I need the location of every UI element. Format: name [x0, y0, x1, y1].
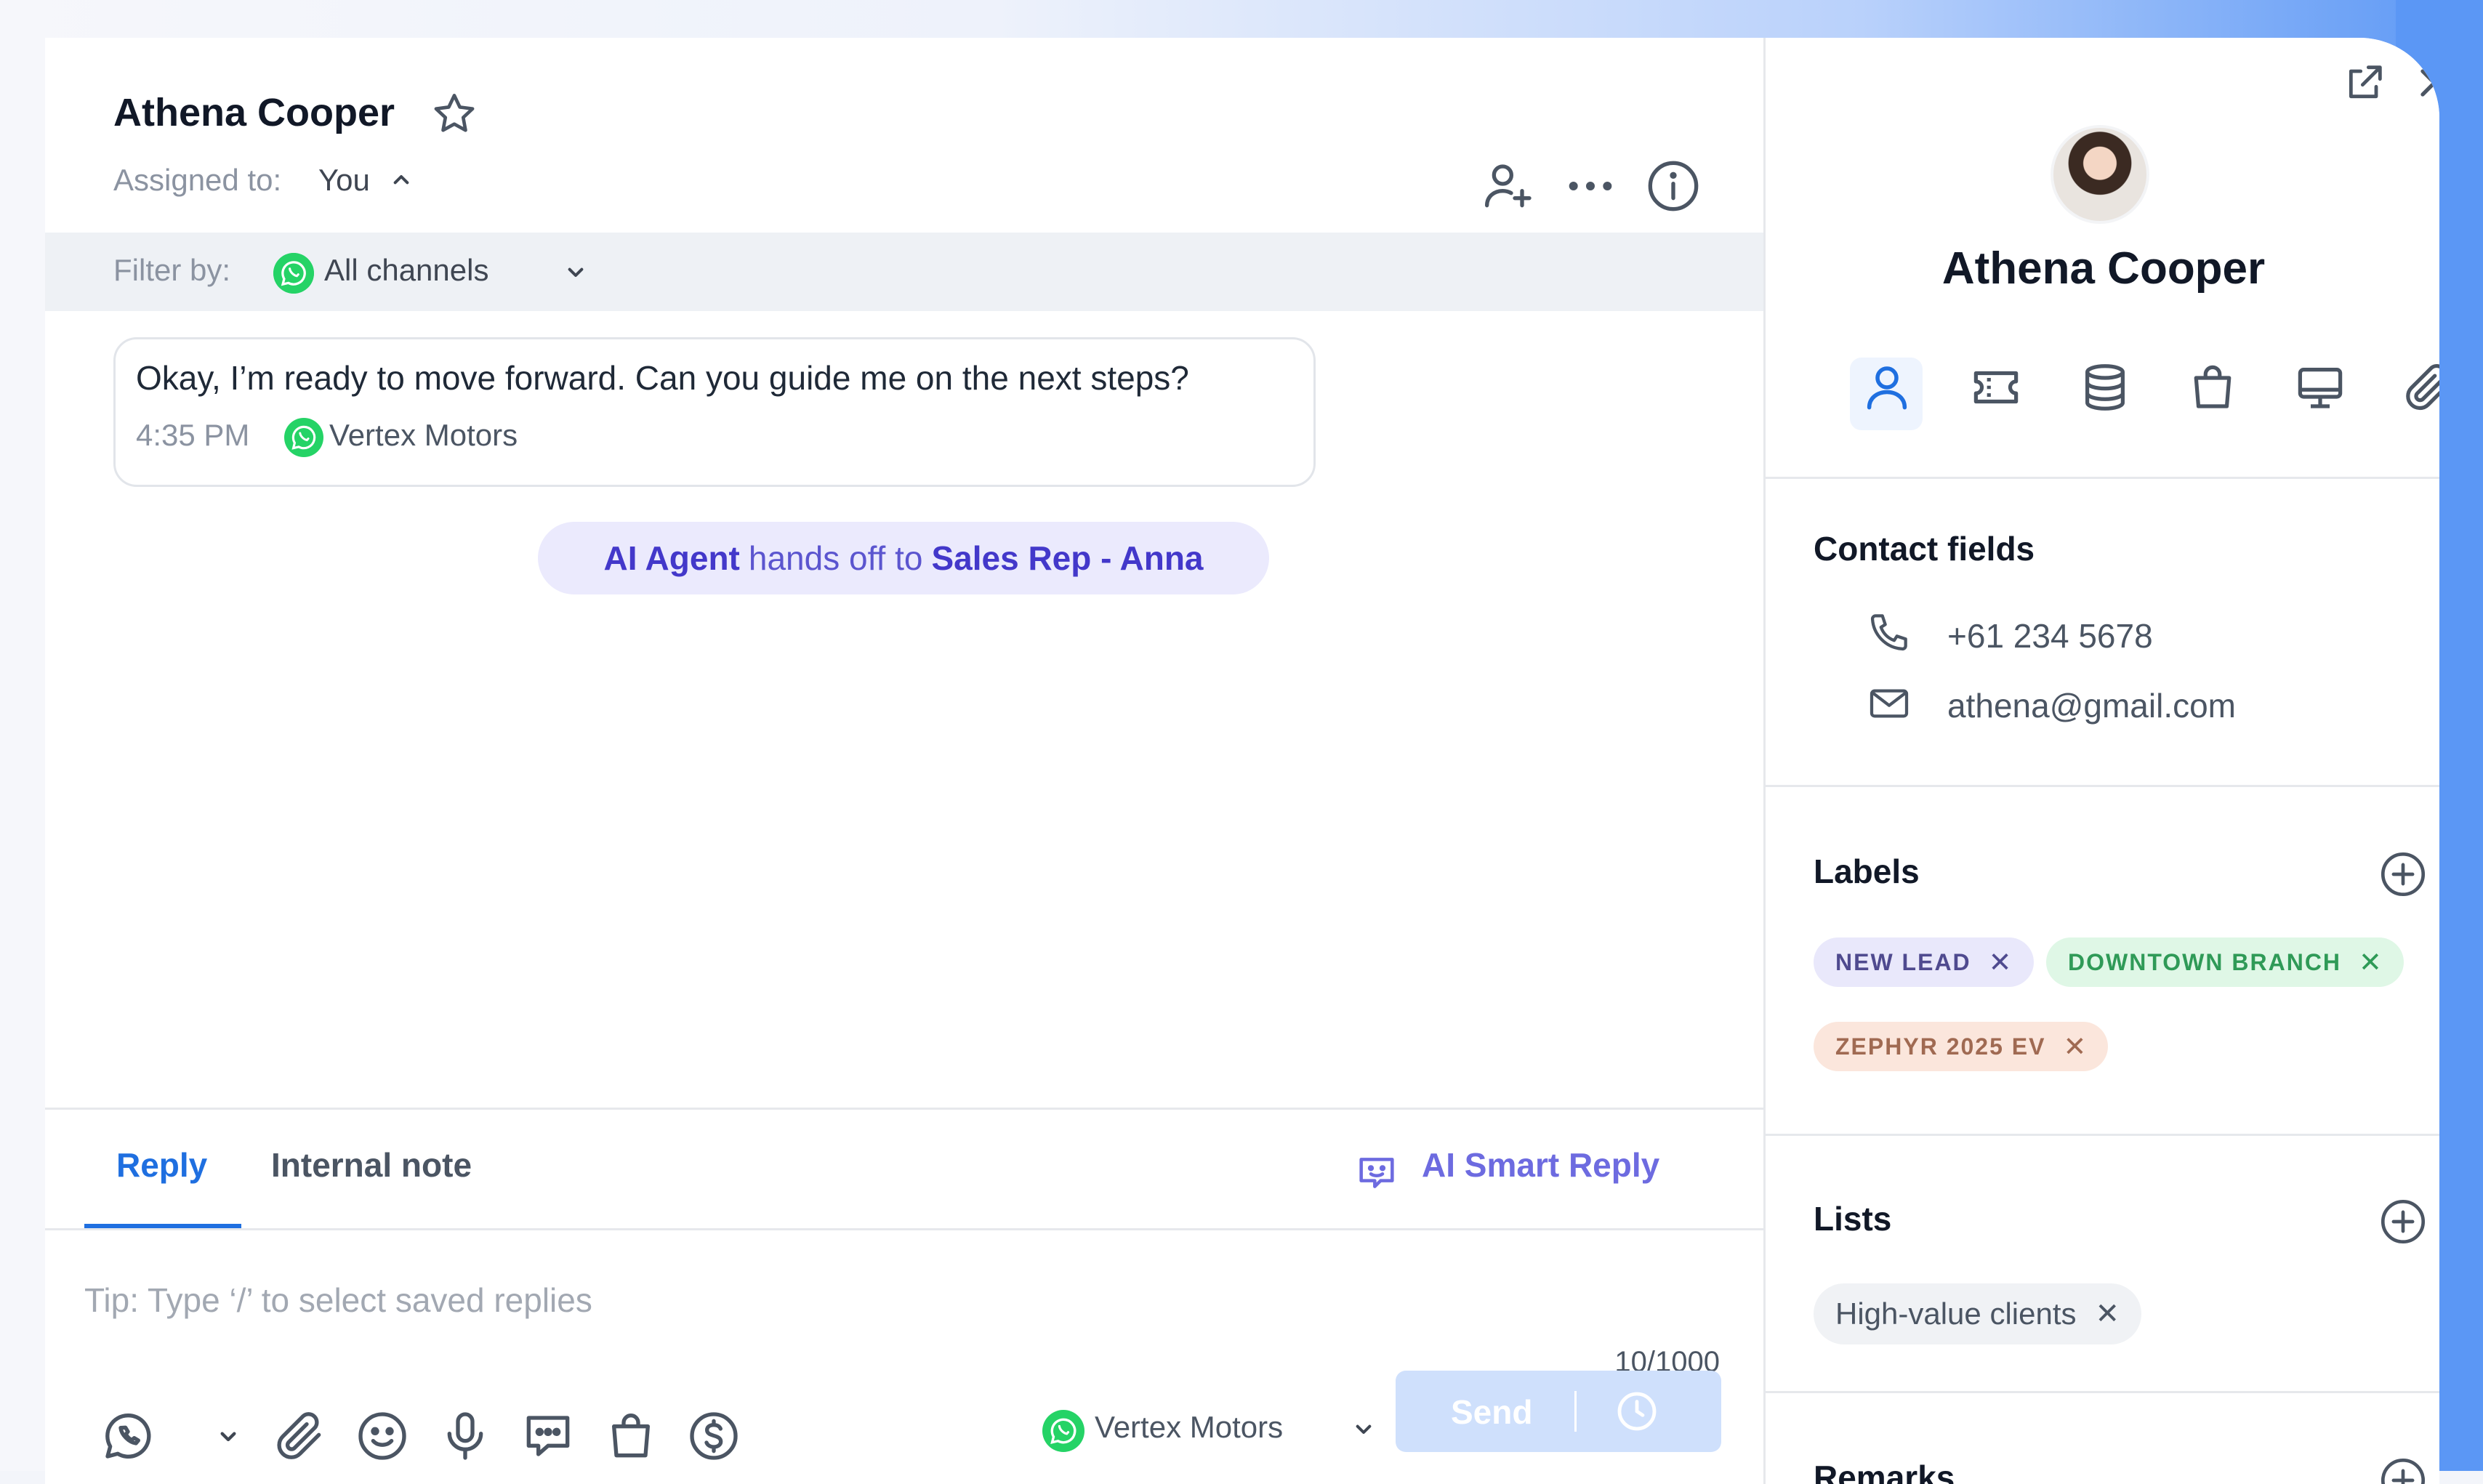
conversation-pane: Athena Cooper Assigned to: You Filter by…	[45, 38, 1763, 1484]
tab-reply[interactable]: Reply	[116, 1145, 207, 1185]
chevron-down-icon[interactable]	[1349, 1414, 1378, 1443]
remove-label-icon[interactable]: ✕	[2063, 1031, 2086, 1063]
contact-name: Athena Cooper	[113, 91, 395, 134]
section-divider	[1766, 1391, 2439, 1393]
message-channel: Vertex Motors	[329, 418, 518, 452]
remarks-title: Remarks	[1814, 1459, 1955, 1484]
whatsapp-icon	[284, 418, 323, 457]
ai-bot-icon[interactable]	[1353, 1150, 1400, 1196]
schedule-clock-icon[interactable]	[1614, 1388, 1660, 1435]
add-list-icon[interactable]	[2378, 1196, 2428, 1247]
monitor-icon[interactable]	[2292, 359, 2349, 416]
section-divider	[1766, 785, 2439, 787]
channel-filter-select[interactable]: All channels	[324, 253, 488, 288]
labels-title: Labels	[1814, 852, 1920, 890]
shopping-bag-icon[interactable]	[602, 1407, 660, 1465]
chevron-down-icon[interactable]	[214, 1422, 243, 1451]
filter-label: Filter by:	[113, 253, 231, 287]
lists-title: Lists	[1814, 1200, 1892, 1238]
info-icon[interactable]	[1644, 157, 1702, 215]
assigned-label: Assigned to:	[113, 163, 282, 197]
send-divider	[1574, 1391, 1577, 1432]
message-text: Okay, I’m ready to move forward. Can you…	[136, 359, 1189, 397]
message-bubble: Okay, I’m ready to move forward. Can you…	[113, 337, 1316, 487]
emoji-icon[interactable]	[353, 1407, 411, 1465]
label-chip: ZEPHYR 2025 EV ✕	[1814, 1022, 2109, 1071]
more-icon[interactable]	[1561, 157, 1619, 215]
message-time: 4:35 PM	[136, 418, 250, 452]
ticket-icon[interactable]	[1968, 359, 2024, 416]
ai-smart-reply-button[interactable]: AI Smart Reply	[1422, 1145, 1659, 1185]
add-label-icon[interactable]	[2378, 849, 2428, 900]
section-divider	[1766, 1134, 2439, 1136]
contact-email[interactable]: athena@gmail.com	[1947, 686, 2236, 725]
whatsapp-icon	[1042, 1410, 1084, 1452]
send-label: Send	[1451, 1393, 1533, 1431]
dollar-icon[interactable]	[685, 1407, 743, 1465]
handoff-to: Sales Rep - Anna	[931, 539, 1204, 577]
list-chip: High-value clients ✕	[1814, 1283, 2142, 1344]
close-icon[interactable]	[2411, 60, 2439, 106]
attachment-icon[interactable]	[270, 1407, 329, 1465]
label-chip: DOWNTOWN BRANCH ✕	[2046, 937, 2404, 987]
channel-select[interactable]: Vertex Motors	[1095, 1410, 1283, 1445]
message-template-icon[interactable]	[519, 1407, 577, 1465]
remove-list-icon[interactable]: ✕	[2096, 1297, 2120, 1331]
chevron-down-icon[interactable]	[561, 257, 590, 286]
label-chip-text: NEW LEAD	[1835, 948, 1971, 975]
database-icon[interactable]	[2077, 359, 2133, 416]
side-contact-name: Athena Cooper	[1941, 243, 2266, 294]
add-user-icon[interactable]	[1478, 157, 1537, 215]
tabs-divider	[45, 1228, 1763, 1230]
shopping-bag-icon[interactable]	[2184, 359, 2241, 416]
whatsapp-icon	[273, 253, 314, 294]
email-icon	[1870, 689, 1909, 718]
handoff-middle: hands off to	[748, 539, 923, 577]
remove-label-icon[interactable]: ✕	[1989, 946, 2012, 979]
reply-input[interactable]: Tip: Type ‘/’ to select saved replies	[84, 1281, 592, 1320]
assigned-value[interactable]: You	[318, 163, 370, 198]
tab-internal-note[interactable]: Internal note	[271, 1145, 472, 1185]
remove-label-icon[interactable]: ✕	[2359, 946, 2382, 979]
handoff-notice: AI Agent hands off to Sales Rep - Anna	[538, 522, 1269, 594]
contact-phone[interactable]: +61 234 5678	[1947, 616, 2153, 656]
app-window: Athena Cooper Assigned to: You Filter by…	[45, 38, 2439, 1484]
whatsapp-icon[interactable]	[99, 1407, 157, 1465]
composer-divider	[45, 1108, 1763, 1110]
contact-icon[interactable]	[1859, 359, 1915, 416]
avatar	[2051, 125, 2149, 224]
contact-side-panel: Athena Cooper Contact fields +61 234 567…	[1763, 38, 2439, 1484]
handoff-from: AI Agent	[603, 539, 740, 577]
star-icon[interactable]	[429, 89, 480, 140]
add-remark-icon[interactable]	[2378, 1455, 2428, 1484]
section-divider	[1766, 477, 2439, 479]
chevron-up-icon[interactable]	[387, 166, 416, 195]
phone-icon	[1870, 614, 1907, 651]
label-chip-text: DOWNTOWN BRANCH	[2068, 948, 2342, 975]
microphone-icon[interactable]	[436, 1407, 494, 1465]
send-button[interactable]: Send	[1396, 1371, 1721, 1452]
external-link-icon[interactable]	[2341, 60, 2388, 106]
contact-fields-title: Contact fields	[1814, 530, 2035, 568]
label-chip: NEW LEAD ✕	[1814, 937, 2034, 987]
list-chip-text: High-value clients	[1835, 1297, 2077, 1331]
attachment-icon[interactable]	[2399, 359, 2439, 416]
label-chip-text: ZEPHYR 2025 EV	[1835, 1033, 2046, 1060]
